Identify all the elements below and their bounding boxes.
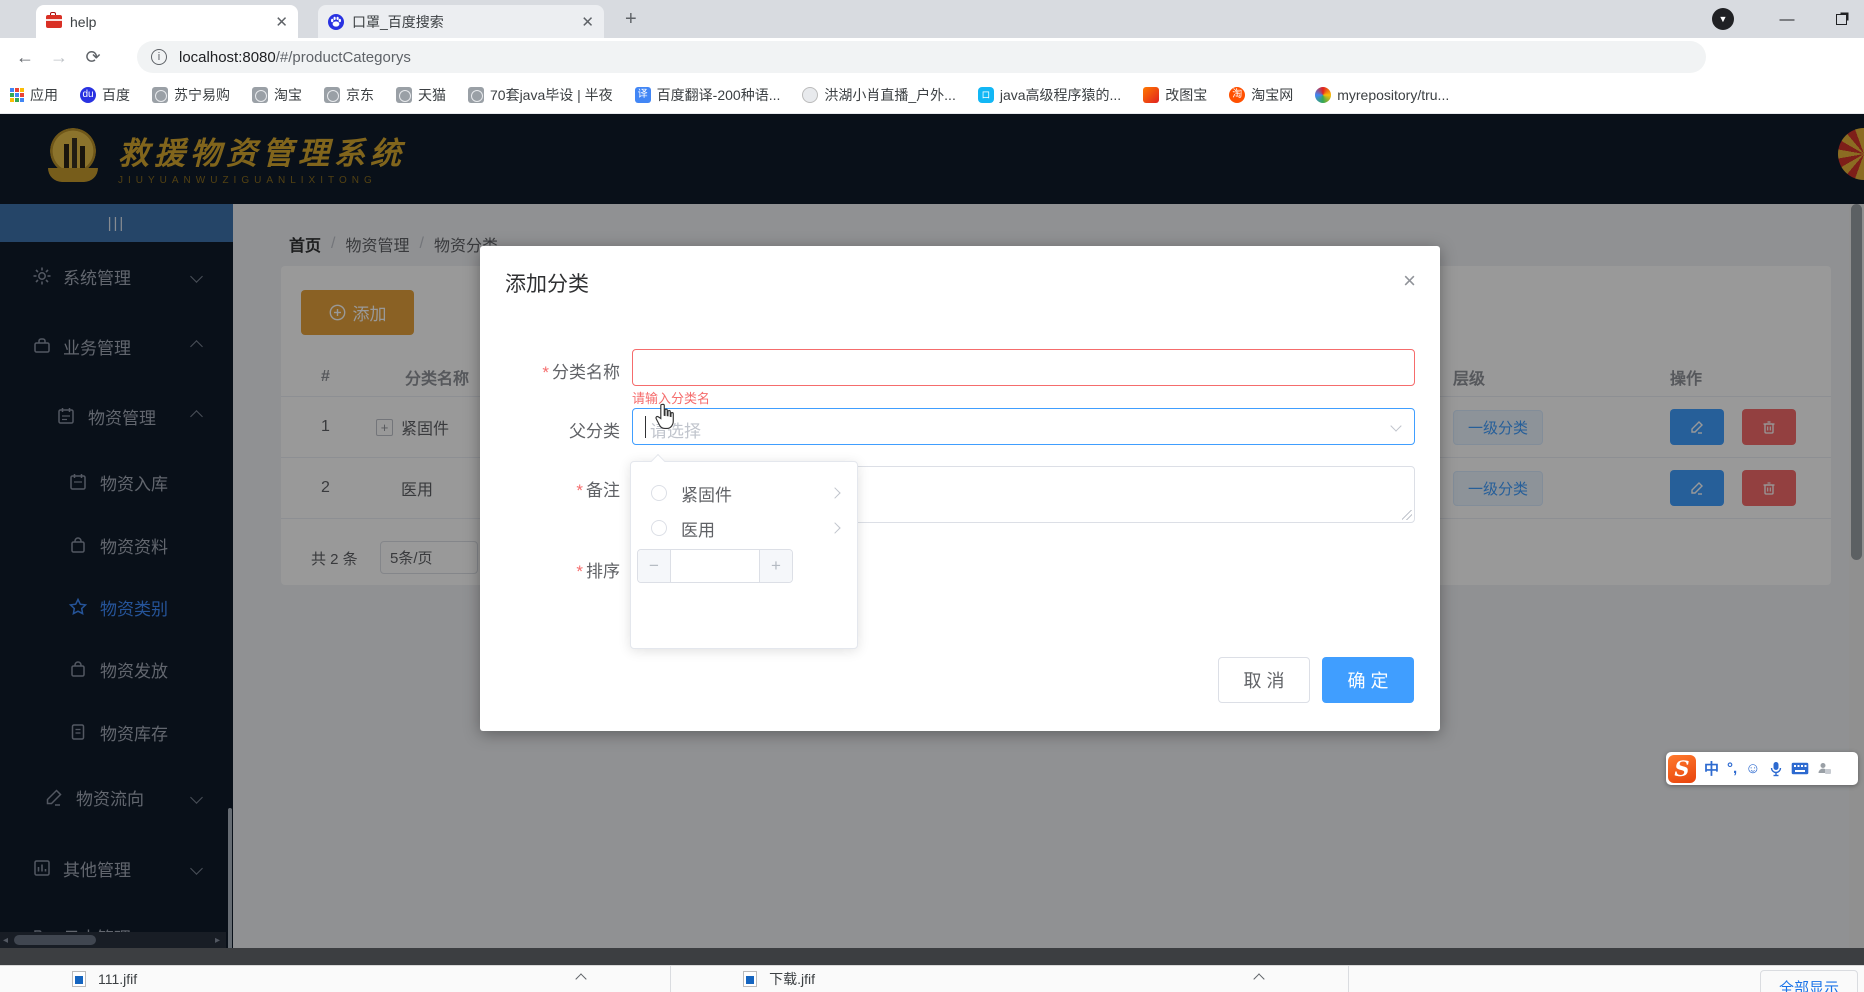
url-path: /#/productCategorys (275, 48, 411, 66)
image-file-icon (743, 971, 758, 987)
forward-icon[interactable]: → (42, 47, 76, 68)
avatar-icon (802, 86, 819, 103)
tab-title: help (70, 13, 97, 30)
show-all-downloads-button[interactable]: 全部显示 (1759, 970, 1858, 992)
download-filename: 下载.jfif (769, 971, 816, 987)
bookmark-zhibo[interactable]: 洪湖小肖直播_户外... (802, 85, 956, 105)
window-restore-button[interactable] (1818, 0, 1864, 38)
url-omnibox[interactable]: i localhost:8080/#/productCategorys (137, 41, 1706, 73)
text-caret (645, 416, 646, 438)
tab-title: 口罩_百度搜索 (352, 13, 444, 30)
parent-category-select[interactable]: 请选择 (632, 408, 1415, 445)
remark-field-label: * 备注 (576, 481, 620, 500)
ime-emoji-icon[interactable]: ☺ (1745, 760, 1760, 777)
download-item[interactable]: 111.jfif (0, 966, 587, 992)
browser-address-bar: ← → ⟳ i localhost:8080/#/productCategory… (0, 38, 1864, 105)
chevron-right-icon (829, 522, 841, 534)
ime-profile-icon[interactable] (1816, 761, 1832, 777)
bookmark-fanyi[interactable]: 译百度翻译-200种语... (634, 85, 780, 105)
sogou-ime-toolbar: S 中 °, ☺ (1666, 752, 1858, 785)
chevron-right-icon (829, 487, 841, 499)
browser-tab-bar: help ✕ 口罩_百度搜索 ✕ + ▼ — (0, 0, 1864, 38)
image-file-icon (72, 971, 86, 987)
apps-grid-icon (10, 87, 24, 102)
dropdown-arrow (650, 453, 666, 469)
sort-field-label: * 排序 (576, 562, 620, 581)
orange-icon (1143, 86, 1160, 103)
briefcase-favicon (46, 12, 62, 28)
download-item[interactable]: 下载.jfif (671, 966, 1265, 992)
globe-icon (396, 86, 412, 103)
bookmark-gaitubao[interactable]: 改图宝 (1143, 85, 1207, 105)
name-field-label: * 分类名称 (542, 363, 620, 382)
baidu-icon: du (80, 86, 96, 103)
bookmark-suning[interactable]: 苏宁易购 (152, 85, 230, 105)
divider (1348, 965, 1350, 992)
browser-tab-baidu[interactable]: 口罩_百度搜索 ✕ (318, 5, 604, 38)
stepper-increase-button[interactable]: + (759, 550, 792, 582)
robot-icon: ロ (977, 86, 994, 103)
radio-icon[interactable] (651, 520, 667, 536)
resize-handle[interactable] (1402, 510, 1412, 520)
bookmark-java[interactable]: 70套java毕设 | 半夜 (468, 85, 613, 105)
baidu-paw-favicon (328, 13, 344, 30)
new-tab-button[interactable]: + (625, 8, 637, 31)
bookmarks-bar: 应用 du 百度 苏宁易购 淘宝 京东 天猫 70套java毕设 | 半夜 译百度… (0, 76, 1864, 114)
modal-close-icon[interactable]: × (1403, 268, 1416, 294)
browser-menu-button[interactable]: ▼ (1700, 0, 1746, 38)
globe-icon (468, 86, 484, 103)
bookmark-taobao-site[interactable]: 淘淘宝网 (1229, 85, 1293, 105)
bookmark-myrepository[interactable]: myrepository/tru... (1315, 86, 1449, 103)
cancel-button[interactable]: 取 消 (1218, 657, 1310, 703)
browser-tab-help[interactable]: help ✕ (36, 5, 298, 38)
bookmark-taobao[interactable]: 淘宝 (252, 85, 302, 105)
dropdown-option-medical[interactable]: 医用 (631, 509, 857, 547)
chevron-up-icon[interactable] (1253, 973, 1265, 985)
bookmark-apps[interactable]: 应用 (10, 85, 58, 105)
back-icon[interactable]: ← (8, 47, 42, 68)
sort-number-stepper: − + (637, 549, 793, 583)
window-minimize-button[interactable]: — (1764, 0, 1810, 38)
ime-keyboard-icon[interactable] (1791, 762, 1809, 775)
radio-icon[interactable] (651, 485, 667, 501)
url-host: localhost:8080 (179, 48, 276, 66)
tab-close-icon[interactable]: ✕ (581, 13, 594, 31)
parent-field-label: 父分类 (569, 422, 620, 441)
ime-microphone-icon[interactable] (1769, 761, 1783, 777)
ime-punctuation-icon[interactable]: °, (1727, 760, 1737, 777)
add-category-modal: 添加分类 × * 分类名称 请输入分类名 父分类 请选择 * 备注 * 排序 − + (480, 246, 1440, 731)
reload-icon[interactable]: ⟳ (76, 47, 110, 68)
globe-icon (252, 86, 268, 103)
translate-badge-icon: 译 (634, 86, 651, 103)
tao-icon: 淘 (1229, 86, 1246, 103)
category-name-input[interactable] (632, 349, 1415, 386)
confirm-button[interactable]: 确 定 (1322, 657, 1414, 703)
modal-title: 添加分类 (505, 273, 589, 296)
bookmark-jd[interactable]: 京东 (324, 85, 374, 105)
stepper-decrease-button[interactable]: − (638, 550, 671, 582)
sogou-logo-icon[interactable]: S (1668, 754, 1696, 783)
globe-icon (152, 86, 168, 103)
dropdown-option-fasteners[interactable]: 紧固件 (631, 474, 857, 512)
site-info-icon[interactable]: i (151, 49, 167, 65)
chevron-up-icon[interactable] (575, 973, 587, 985)
bookmark-tmall[interactable]: 天猫 (396, 85, 446, 105)
stepper-value-input[interactable] (671, 550, 759, 582)
chevron-down-icon (1390, 420, 1402, 432)
globe-icon (324, 86, 340, 103)
tab-close-icon[interactable]: ✕ (275, 13, 288, 31)
mouse-hand-cursor (655, 403, 674, 429)
ime-chinese-mode-icon[interactable]: 中 (1704, 758, 1719, 779)
bottom-dark-strip (0, 948, 1864, 965)
downloads-bar: 111.jfif 下载.jfif 全部显示 (0, 965, 1864, 992)
screen: help ✕ 口罩_百度搜索 ✕ + ▼ — ← → ⟳ i localhost… (0, 0, 1864, 992)
download-filename: 111.jfif (98, 971, 138, 987)
bookmark-java-blog[interactable]: ロ java高级程序猿的... (977, 85, 1121, 105)
bookmark-baidu[interactable]: du 百度 (80, 85, 130, 105)
color-wheel-icon (1315, 86, 1332, 103)
